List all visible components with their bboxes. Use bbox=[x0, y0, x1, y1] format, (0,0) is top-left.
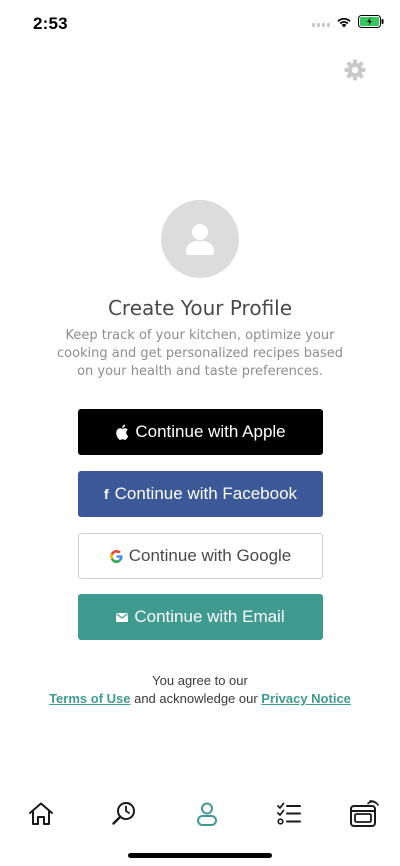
legal-line-2: Terms of Use and acknowledge our Privacy… bbox=[0, 690, 400, 708]
wifi-icon bbox=[337, 17, 351, 27]
settings-button[interactable] bbox=[343, 58, 367, 82]
tab-checklist[interactable] bbox=[274, 799, 304, 829]
legal-notice: You agree to our Terms of Use and acknow… bbox=[0, 672, 400, 708]
avatar-placeholder[interactable] bbox=[161, 200, 239, 278]
continue-with-email-button[interactable]: Continue with Email bbox=[78, 594, 323, 640]
continue-with-google-button[interactable]: Continue with Google bbox=[78, 533, 323, 579]
legal-middle-text: and acknowledge our bbox=[130, 691, 262, 706]
oven-icon bbox=[350, 800, 379, 827]
search-icon bbox=[112, 802, 135, 825]
continue-with-apple-button[interactable]: Continue with Apple bbox=[78, 409, 323, 455]
apple-logo-icon bbox=[115, 424, 129, 440]
privacy-notice-link[interactable]: Privacy Notice bbox=[261, 691, 351, 706]
tab-appliances[interactable] bbox=[349, 799, 379, 829]
continue-with-facebook-label: Continue with Facebook bbox=[114, 484, 298, 503]
home-icon bbox=[29, 802, 53, 825]
status-bar: 2:53 bbox=[0, 0, 400, 48]
status-indicators bbox=[312, 15, 384, 28]
status-time: 2:53 bbox=[33, 14, 68, 33]
checklist-icon bbox=[277, 802, 301, 825]
bottom-tab-bar bbox=[0, 795, 400, 839]
legal-line-1: You agree to our bbox=[152, 673, 248, 688]
page-subtitle: Keep track of your kitchen, optimize you… bbox=[56, 328, 344, 379]
terms-of-use-link[interactable]: Terms of Use bbox=[49, 691, 130, 706]
continue-with-email-label: Continue with Email bbox=[134, 607, 285, 626]
home-indicator[interactable] bbox=[128, 853, 272, 858]
facebook-logo-icon: f bbox=[103, 486, 109, 502]
profile-icon bbox=[197, 802, 217, 826]
page-title: Create Your Profile bbox=[107, 296, 293, 320]
cellular-signal-icon bbox=[312, 17, 330, 27]
continue-with-google-label: Continue with Google bbox=[128, 546, 292, 565]
continue-with-apple-label: Continue with Apple bbox=[135, 422, 286, 441]
google-logo-icon bbox=[109, 549, 123, 563]
continue-with-facebook-button[interactable]: f Continue with Facebook bbox=[78, 471, 323, 517]
person-icon bbox=[186, 224, 214, 255]
envelope-icon bbox=[116, 612, 129, 622]
tab-home[interactable] bbox=[26, 799, 56, 829]
gear-icon bbox=[344, 59, 366, 81]
tab-profile[interactable] bbox=[192, 799, 222, 829]
tab-search[interactable] bbox=[109, 799, 139, 829]
battery-charging-icon bbox=[358, 15, 384, 28]
